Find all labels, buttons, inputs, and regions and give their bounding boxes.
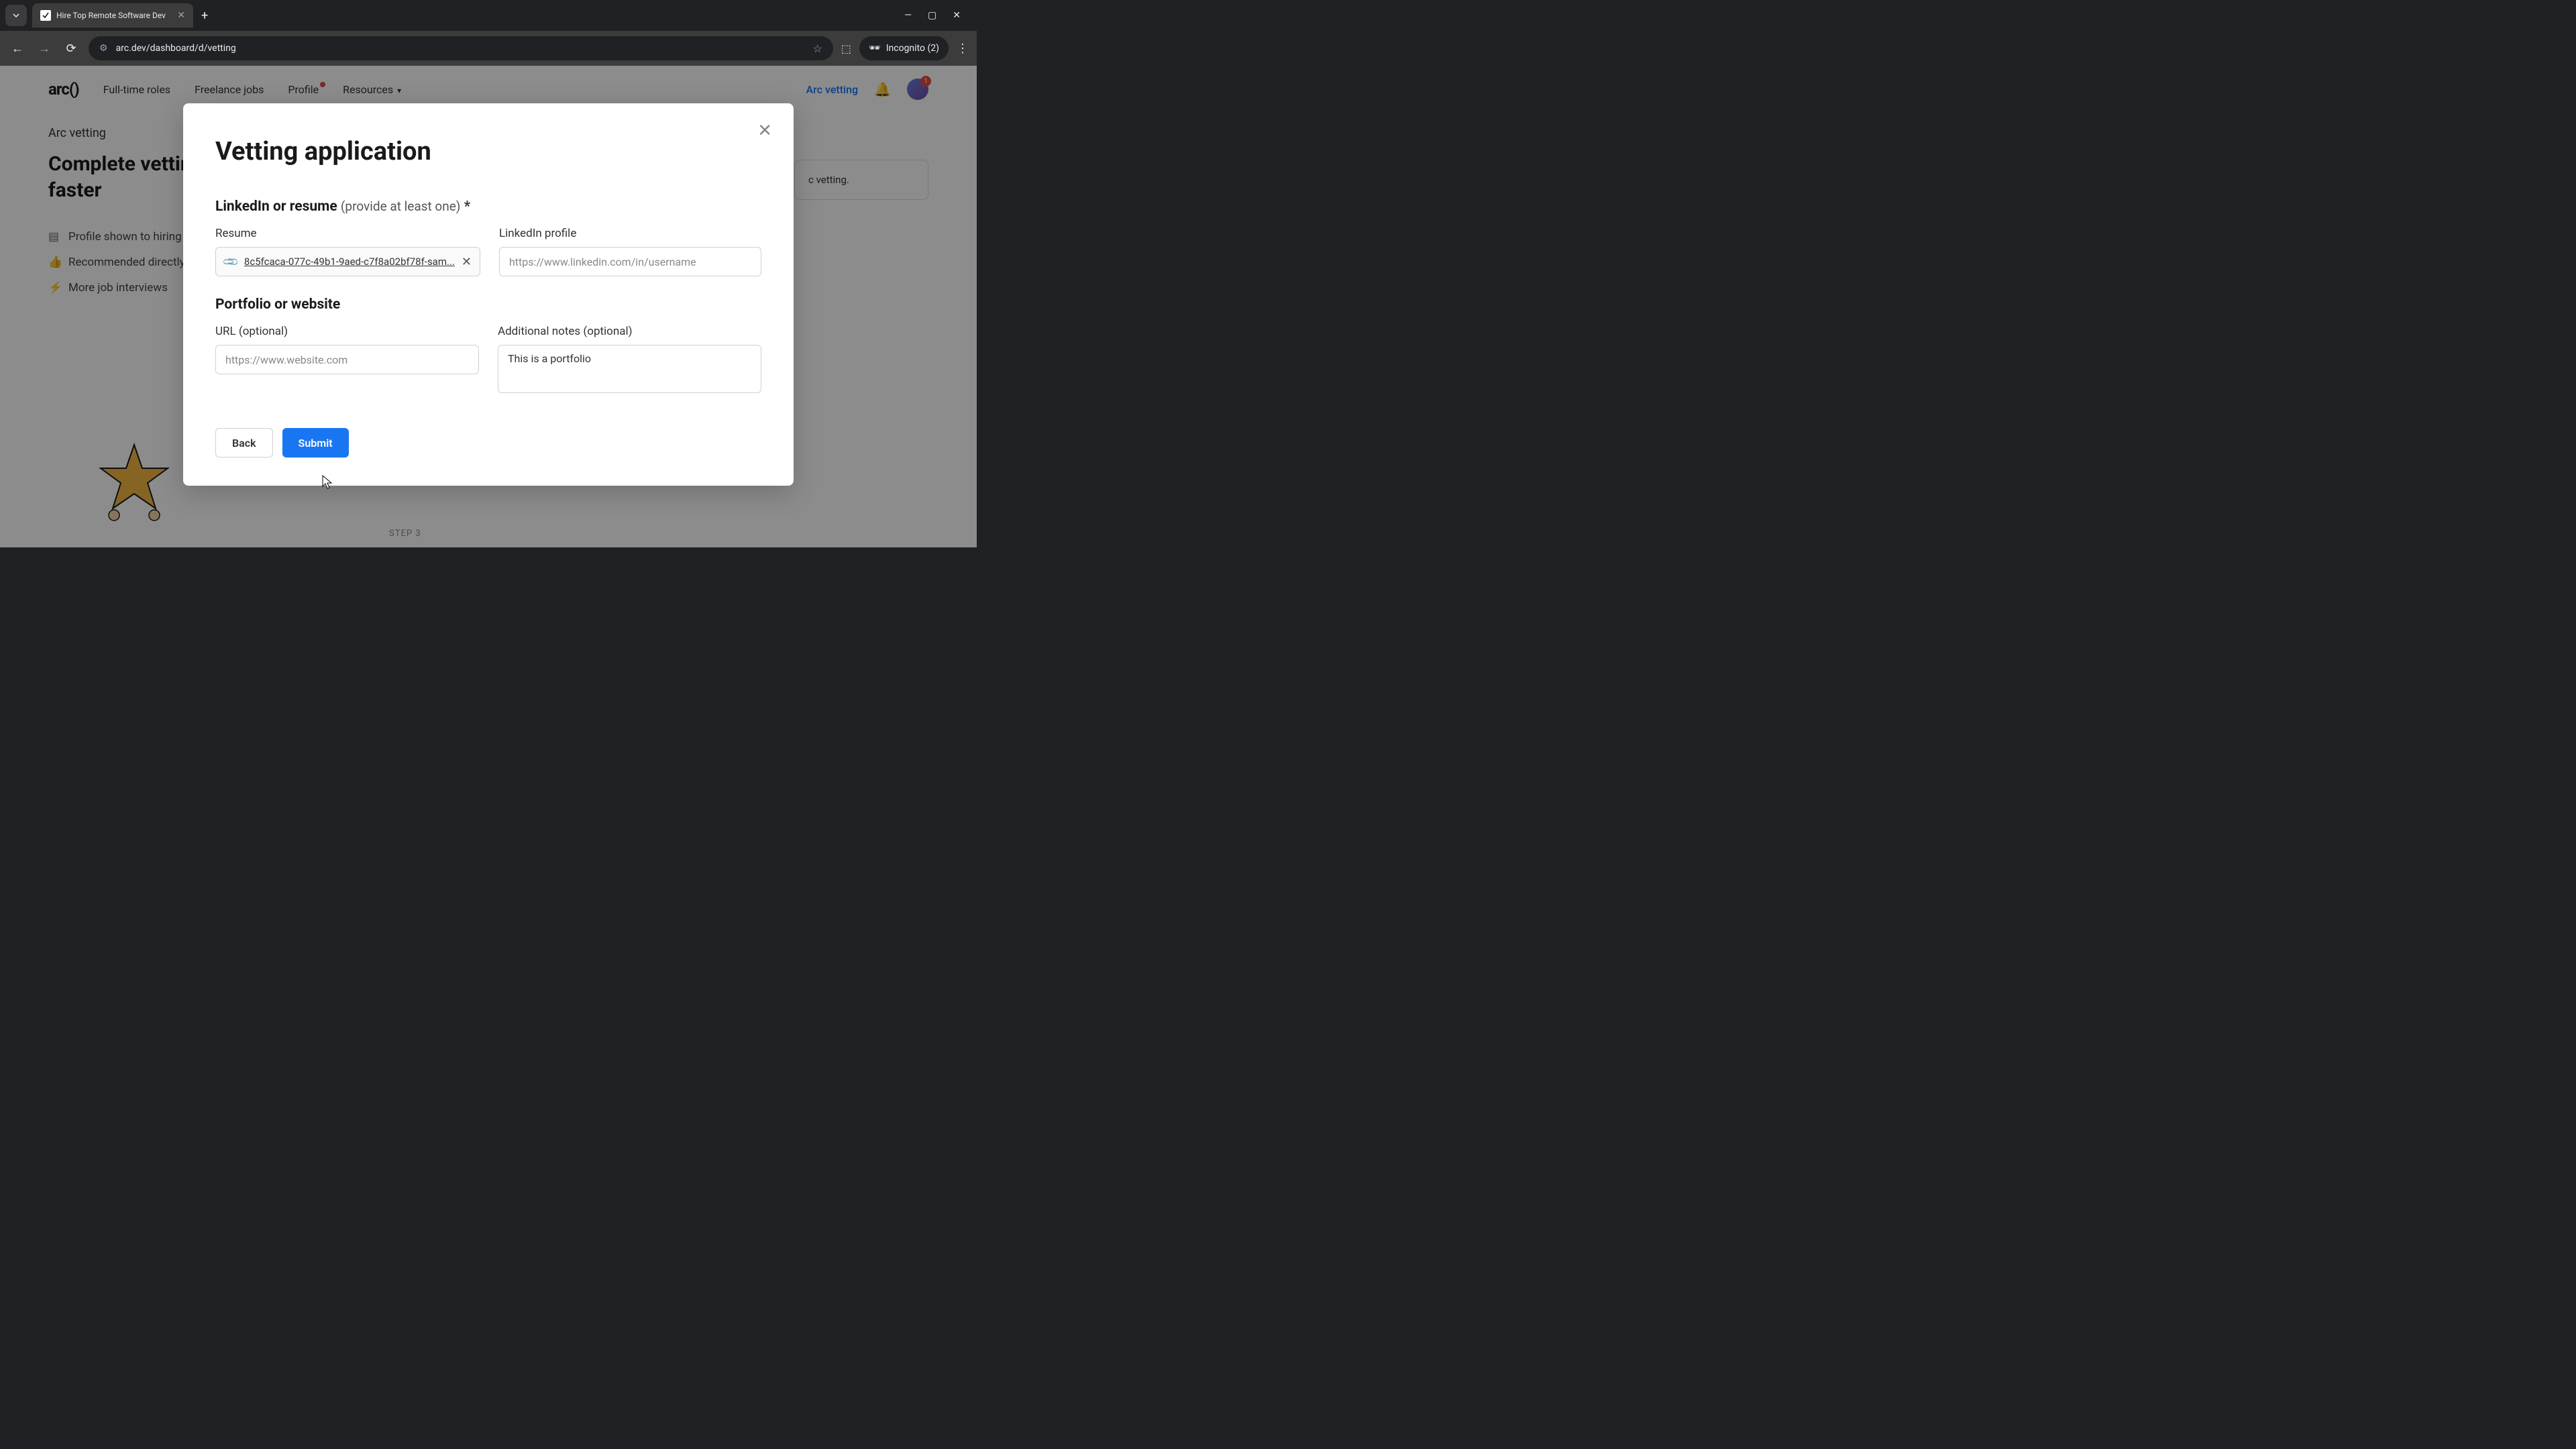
bookmark-star-icon[interactable]: ☆ bbox=[812, 42, 822, 55]
tab-close-icon[interactable]: ✕ bbox=[177, 10, 185, 21]
incognito-label: Incognito (2) bbox=[886, 43, 939, 54]
back-button[interactable]: ← bbox=[8, 42, 27, 56]
vetting-modal: ✕ Vetting application LinkedIn or resume… bbox=[183, 103, 794, 486]
modal-title: Vetting application bbox=[215, 137, 761, 166]
address-bar[interactable]: ⚙ arc.dev/dashboard/d/vetting ☆ bbox=[89, 36, 833, 60]
url-text: arc.dev/dashboard/d/vetting bbox=[116, 43, 805, 54]
incognito-icon: 🕶 bbox=[869, 43, 881, 54]
tab-search-dropdown[interactable] bbox=[5, 5, 27, 26]
tab-favicon bbox=[40, 10, 51, 21]
minimize-button[interactable]: ― bbox=[904, 10, 912, 21]
tab-title: Hire Top Remote Software Dev bbox=[56, 11, 172, 20]
section-portfolio: Portfolio or website bbox=[215, 297, 761, 313]
modal-close-button[interactable]: ✕ bbox=[757, 121, 772, 141]
url-label: URL (optional) bbox=[215, 325, 479, 338]
new-tab-button[interactable]: + bbox=[201, 9, 208, 23]
remove-file-button[interactable]: ✕ bbox=[462, 255, 472, 269]
modal-backdrop[interactable]: ✕ Vetting application LinkedIn or resume… bbox=[0, 66, 977, 547]
browser-menu-button[interactable]: ⋮ bbox=[957, 42, 969, 56]
submit-button[interactable]: Submit bbox=[282, 428, 349, 458]
notes-textarea[interactable]: This is a portfolio bbox=[498, 345, 761, 393]
resume-file-chip: 📎 8c5fcaca-077c-49b1-9aed-c7f8a02bf78f-s… bbox=[215, 247, 480, 276]
forward-button[interactable]: → bbox=[35, 42, 54, 56]
browser-tab[interactable]: Hire Top Remote Software Dev ✕ bbox=[32, 3, 193, 28]
portfolio-url-input[interactable] bbox=[215, 345, 479, 374]
maximize-button[interactable]: ▢ bbox=[928, 10, 936, 21]
extensions-icon[interactable]: ⬚ bbox=[841, 42, 851, 55]
section-linkedin-resume: LinkedIn or resume (provide at least one… bbox=[215, 199, 761, 215]
linkedin-label: LinkedIn profile bbox=[499, 227, 761, 240]
incognito-indicator[interactable]: 🕶 Incognito (2) bbox=[859, 36, 949, 60]
site-info-icon[interactable]: ⚙ bbox=[99, 43, 108, 54]
notes-label: Additional notes (optional) bbox=[498, 325, 761, 338]
resume-filename[interactable]: 8c5fcaca-077c-49b1-9aed-c7f8a02bf78f-sam… bbox=[244, 256, 455, 268]
close-window-button[interactable]: ✕ bbox=[953, 10, 961, 21]
paperclip-icon: 📎 bbox=[221, 252, 240, 271]
resume-label: Resume bbox=[215, 227, 480, 240]
reload-button[interactable]: ⟳ bbox=[62, 42, 80, 56]
linkedin-input[interactable] bbox=[499, 247, 761, 276]
back-button[interactable]: Back bbox=[215, 428, 273, 458]
